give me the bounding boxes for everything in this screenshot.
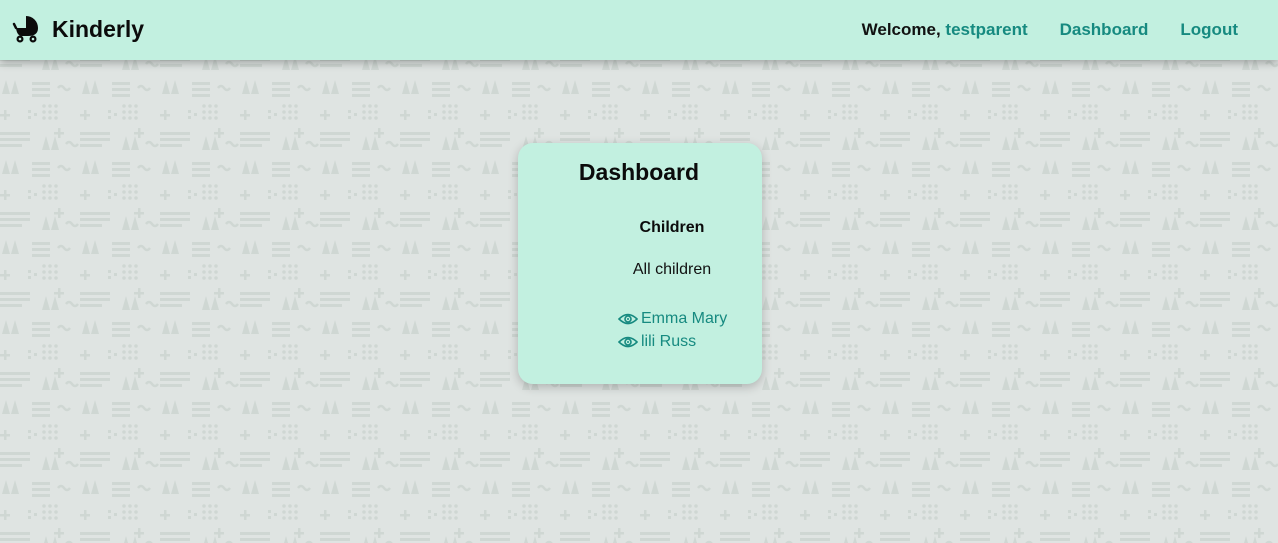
- username: testparent: [945, 20, 1028, 39]
- nav-dashboard-link[interactable]: Dashboard: [1060, 20, 1149, 40]
- child-name: lili Russ: [641, 332, 697, 350]
- nav-logout-link[interactable]: Logout: [1180, 20, 1238, 40]
- dashboard-card: Dashboard Children All children Emma Mar…: [518, 143, 762, 384]
- child-link-lili-russ[interactable]: lili Russ: [617, 330, 727, 353]
- nav-menu: Welcome, testparent Dashboard Logout: [862, 0, 1238, 60]
- welcome-prefix: Welcome,: [861, 20, 941, 39]
- top-navbar: Kinderly Welcome, testparent Dashboard L…: [0, 0, 1278, 60]
- baby-stroller-icon: [12, 14, 42, 44]
- welcome-message: Welcome, testparent: [862, 20, 1028, 40]
- eye-icon: [617, 311, 639, 327]
- children-section-title: Children: [639, 219, 705, 236]
- page-title: Dashboard: [578, 159, 700, 185]
- brand-name: Kinderly: [52, 15, 145, 42]
- children-section-subtitle: All children: [632, 261, 712, 278]
- child-name: Emma Mary: [641, 309, 728, 327]
- eye-icon: [617, 334, 639, 350]
- children-list: Emma Mary lili Russ: [617, 307, 728, 353]
- child-link-emma-mary[interactable]: Emma Mary: [617, 307, 728, 330]
- brand-link[interactable]: Kinderly: [12, 12, 144, 46]
